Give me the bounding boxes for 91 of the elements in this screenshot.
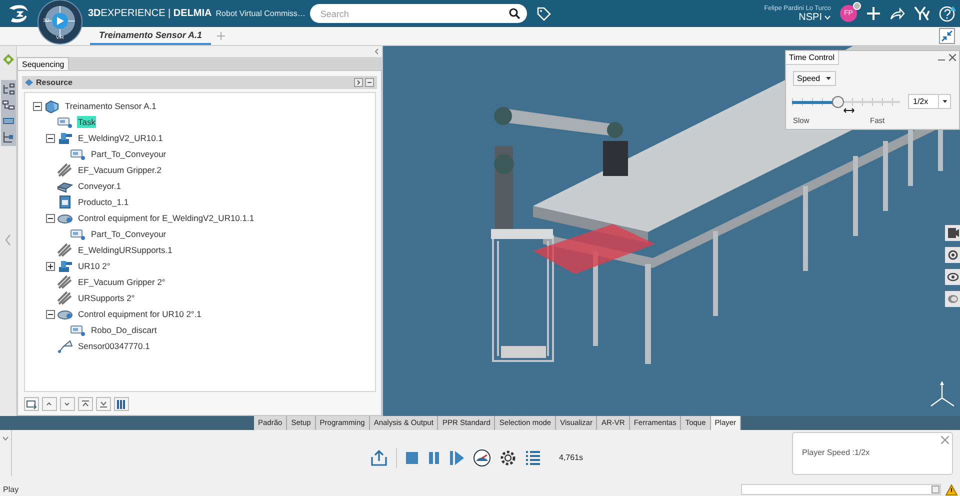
film-icon[interactable] — [945, 225, 960, 242]
panel-tab[interactable]: Sequencing — [17, 56, 70, 70]
logo-icon[interactable] — [8, 4, 30, 24]
close-icon[interactable] — [949, 54, 956, 62]
network-icon[interactable] — [2, 131, 14, 144]
tree-item[interactable]: Control equipment for UR10 2°.1 — [77, 308, 202, 320]
value-dropdown[interactable]: 1/2x — [908, 94, 951, 110]
search-field[interactable]: Search — [310, 4, 528, 23]
chevron-down-icon[interactable] — [2, 436, 9, 442]
gripper-icon — [57, 243, 73, 258]
stop-icon[interactable] — [405, 450, 419, 465]
next-icon[interactable] — [354, 78, 363, 88]
move-up-button[interactable] — [42, 397, 57, 412]
tree-item[interactable]: E_WeldingV2_UR10.1 — [77, 132, 164, 144]
window-title: Time Control — [786, 51, 838, 66]
restore-icon[interactable] — [931, 485, 940, 494]
tree-item[interactable]: Task — [77, 116, 96, 128]
chevron-left-icon[interactable] — [374, 48, 379, 56]
tree-item[interactable]: Robo_Do_discart — [90, 324, 158, 336]
cubes-icon — [44, 99, 60, 114]
eye-icon[interactable] — [945, 269, 960, 286]
export-icon[interactable] — [370, 448, 388, 467]
robot-icon — [57, 259, 73, 274]
app-name: Robot Virtual Commiss… — [216, 9, 306, 18]
camera-icon[interactable] — [945, 247, 960, 264]
hierarchy-icon[interactable] — [2, 99, 14, 112]
status-text: Play — [2, 485, 19, 494]
collapse-icon[interactable] — [46, 310, 55, 319]
stand-top — [491, 229, 553, 240]
tree-item[interactable]: Sensor00347770.1 — [77, 340, 151, 352]
task-box-icon — [70, 227, 86, 242]
minimize-icon[interactable] — [365, 78, 374, 88]
collapse-icon[interactable] — [33, 102, 42, 111]
expand-icon[interactable] — [46, 262, 55, 271]
settings-icon[interactable] — [499, 448, 517, 467]
gripper-icon — [57, 275, 73, 290]
task-box-icon — [70, 147, 86, 162]
task-box-icon — [70, 323, 86, 338]
speedometer-icon[interactable] — [473, 448, 491, 467]
columns-button[interactable] — [114, 397, 129, 412]
search-icon[interactable] — [509, 8, 520, 19]
status-badge-icon — [853, 2, 861, 10]
tree-view-icon[interactable] — [2, 83, 14, 96]
display-icon[interactable] — [945, 291, 960, 308]
move-bottom-button[interactable] — [96, 397, 111, 412]
status-field[interactable] — [741, 484, 941, 496]
help-icon[interactable] — [939, 5, 956, 22]
tree-item[interactable]: Treinamento Sensor A.1 — [64, 100, 158, 112]
move-top-button[interactable] — [78, 397, 93, 412]
tree-item[interactable]: EF_Vacuum Gripper.2 — [77, 164, 162, 176]
app-title: 3DEXPERIENCE | DELMIA — [88, 8, 212, 19]
sensor-icon — [57, 339, 73, 354]
tree-item[interactable]: Part_To_Conveyour — [90, 148, 168, 160]
collapse-icon[interactable] — [46, 134, 55, 143]
slider-thumb[interactable] — [832, 96, 844, 108]
tree-item[interactable]: URSupports 2° — [77, 292, 136, 304]
share-icon[interactable] — [890, 7, 905, 20]
collapse-icon[interactable] — [46, 214, 55, 223]
resize-cursor-icon — [843, 108, 855, 114]
caret-icon — [826, 77, 832, 80]
tree-item[interactable]: Producto_1.1 — [77, 196, 130, 208]
tenant-selector[interactable]: NSPI — [798, 12, 831, 22]
tree-item[interactable]: Conveyor.1 — [77, 180, 122, 192]
tree-item[interactable]: UR10 2° — [77, 260, 112, 272]
gripper-icon — [57, 163, 73, 178]
caret-icon — [938, 95, 950, 108]
pause-icon[interactable] — [427, 450, 441, 465]
close-icon[interactable] — [941, 436, 949, 444]
diamond-icon — [25, 79, 33, 86]
tree-item[interactable]: Part_To_Conveyour — [90, 228, 168, 240]
part-icon — [57, 195, 73, 210]
step-forward-icon[interactable] — [449, 450, 465, 466]
mode-dropdown[interactable]: Speed — [793, 71, 836, 86]
move-down-button[interactable] — [60, 397, 75, 412]
stand-base — [501, 346, 546, 358]
robot-icon — [57, 131, 73, 146]
columns-icon — [116, 398, 127, 410]
time-readout: 4,761s — [559, 453, 584, 462]
tag-icon[interactable] — [537, 6, 552, 20]
tree-item[interactable]: EF_Vacuum Gripper 2° — [77, 276, 166, 288]
list-icon[interactable] — [525, 450, 541, 466]
chevron-down-icon — [824, 14, 831, 20]
gripper-icon — [57, 291, 73, 306]
tree-item[interactable]: Control equipment for E_WeldingV2_UR10.1.1 — [77, 212, 256, 224]
task-box-icon — [57, 115, 73, 130]
section-title: Resource — [36, 78, 72, 88]
add-button[interactable] — [24, 397, 39, 412]
add-item-icon — [26, 398, 37, 410]
tree-item[interactable]: E_WeldingURSupports.1 — [77, 244, 174, 256]
notification-text: Player Speed :1/2x — [802, 448, 870, 458]
warning-icon[interactable] — [945, 484, 958, 496]
